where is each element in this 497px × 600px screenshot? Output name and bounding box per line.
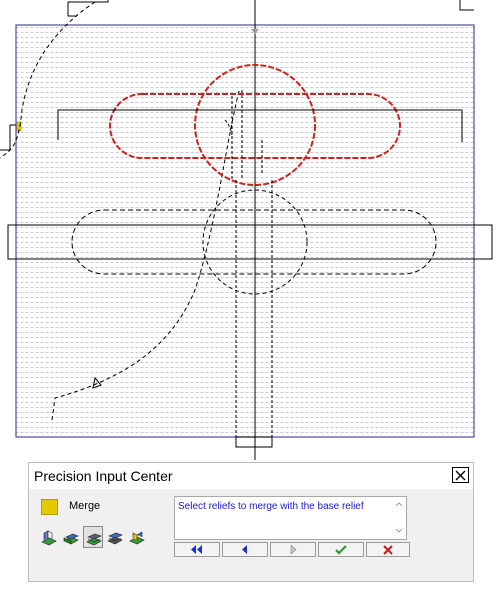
relief-multiply-icon[interactable] xyxy=(127,526,147,548)
dialog-titlebar[interactable]: Precision Input Center xyxy=(29,463,473,489)
prompt-text: Select reliefs to merge with the base re… xyxy=(178,501,364,512)
prompt-scrollbar[interactable] xyxy=(392,497,406,539)
right-arrow-icon xyxy=(290,545,297,554)
relief-merge-low-icon[interactable] xyxy=(105,526,125,548)
dialog-title: Precision Input Center xyxy=(34,468,173,484)
prompt-text-box: Select reliefs to merge with the base re… xyxy=(174,496,407,540)
vector-corner-right xyxy=(459,0,474,11)
precision-input-center-dialog: Precision Input Center Merge Select reli… xyxy=(28,462,474,582)
first-step-button[interactable] xyxy=(174,542,220,557)
close-icon xyxy=(455,470,466,480)
relief-add-icon[interactable] xyxy=(39,526,59,548)
bottom-tab-vector xyxy=(235,436,273,448)
cancel-button[interactable] xyxy=(366,542,410,557)
vector-corner-left xyxy=(67,0,109,17)
checkmark-icon xyxy=(335,545,347,555)
relief-viewport[interactable] xyxy=(0,0,497,460)
merge-color-swatch xyxy=(41,499,58,515)
relief-subtract-icon[interactable] xyxy=(61,526,81,548)
relief-merge-high-icon[interactable] xyxy=(83,526,103,548)
model-area xyxy=(16,25,474,437)
red-x-icon xyxy=(383,544,393,555)
double-left-arrow-icon xyxy=(191,545,202,554)
close-button[interactable] xyxy=(452,467,469,483)
apply-button[interactable] xyxy=(318,542,364,557)
scroll-down-icon xyxy=(395,528,403,533)
scroll-up-icon xyxy=(395,502,403,507)
previous-step-button[interactable] xyxy=(222,542,268,557)
merge-label: Merge xyxy=(69,500,101,512)
next-step-button[interactable] xyxy=(270,542,316,557)
left-arrow-icon xyxy=(242,545,247,554)
